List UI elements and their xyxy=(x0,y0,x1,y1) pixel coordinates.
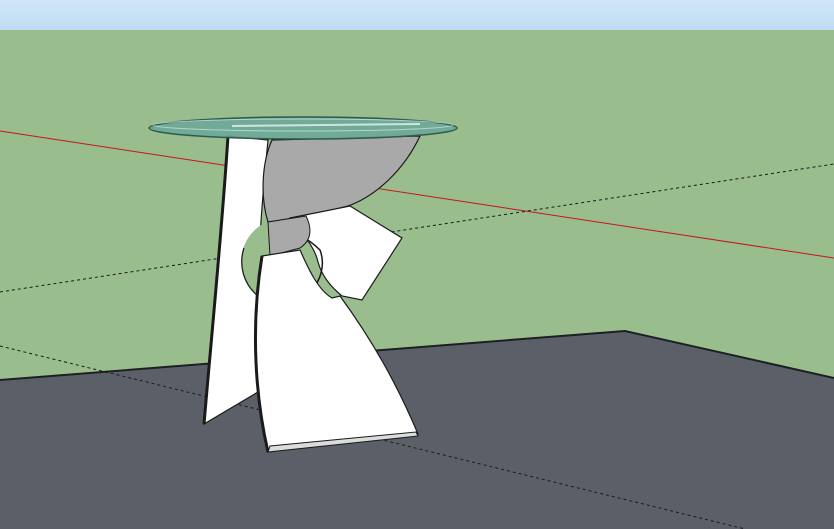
3d-viewport[interactable] xyxy=(0,0,834,529)
sky xyxy=(0,0,834,30)
glass-tabletop[interactable] xyxy=(148,116,458,140)
scene-canvas[interactable] xyxy=(0,0,834,529)
